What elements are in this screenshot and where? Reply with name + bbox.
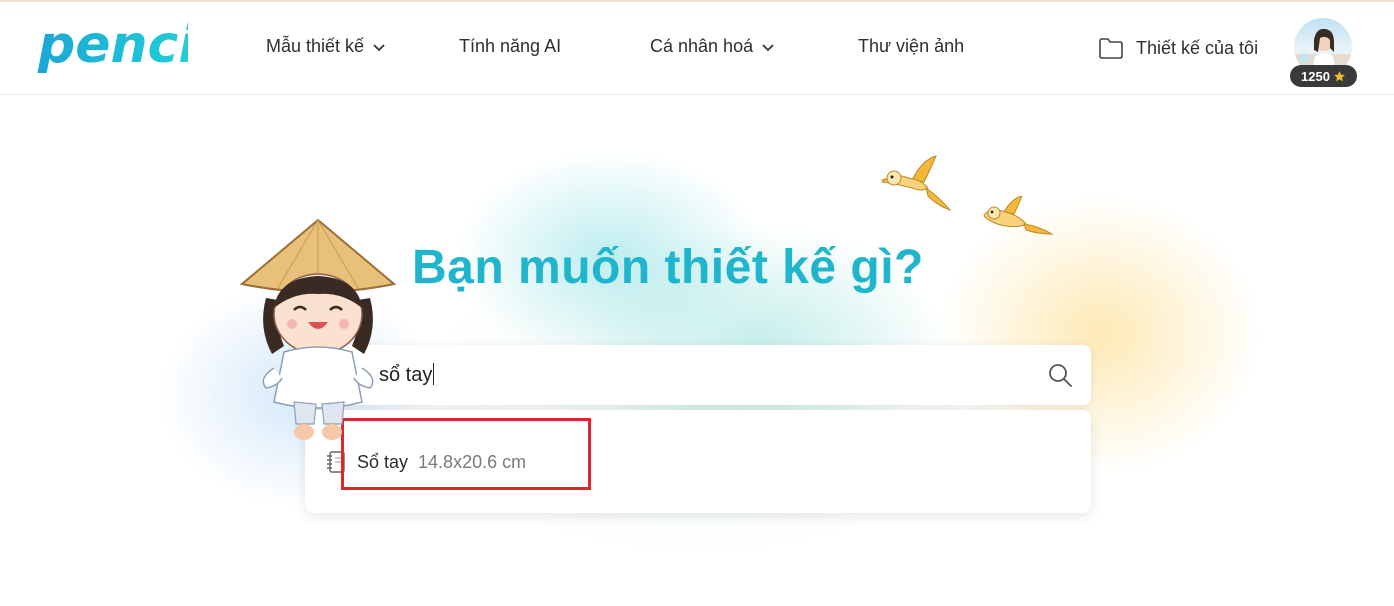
chevron-down-icon bbox=[373, 43, 385, 51]
text-caret bbox=[433, 363, 435, 385]
nav-photo-library[interactable]: Thư viện ảnh bbox=[858, 36, 964, 57]
my-designs-link[interactable]: Thiết kế của tôi bbox=[1098, 36, 1258, 60]
nav-templates-label: Mẫu thiết kế bbox=[266, 36, 365, 56]
nav-personalize-label: Cá nhân hoá bbox=[650, 36, 754, 56]
points-badge: 1250 bbox=[1290, 65, 1357, 87]
bird-illustration bbox=[983, 196, 1054, 235]
chevron-down-icon bbox=[762, 43, 774, 51]
points-value: 1250 bbox=[1301, 68, 1330, 84]
star-icon bbox=[1334, 70, 1345, 81]
logo-text: penci bbox=[37, 15, 188, 75]
my-designs-label: Thiết kế của tôi bbox=[1136, 37, 1259, 58]
page-title: Bạn muốn thiết kế gì? bbox=[412, 241, 924, 294]
bird-illustration bbox=[880, 155, 952, 212]
nav-photo-library-label: Thư viện ảnh bbox=[858, 36, 965, 56]
search-icon[interactable] bbox=[1047, 362, 1073, 388]
nav-templates[interactable]: Mẫu thiết kế bbox=[266, 36, 386, 57]
search-input[interactable]: sổ tay bbox=[305, 345, 1091, 405]
top-navbar: penci Mẫu thiết kế Tính năng AI Cá nhân … bbox=[0, 2, 1394, 95]
nav-ai-features[interactable]: Tính năng AI bbox=[459, 36, 561, 57]
nav-ai-features-label: Tính năng AI bbox=[459, 36, 562, 56]
penci-logo[interactable]: penci bbox=[36, 14, 188, 80]
mascot-illustration bbox=[239, 218, 397, 440]
nav-personalize[interactable]: Cá nhân hoá bbox=[650, 36, 775, 57]
folder-icon bbox=[1099, 38, 1123, 59]
